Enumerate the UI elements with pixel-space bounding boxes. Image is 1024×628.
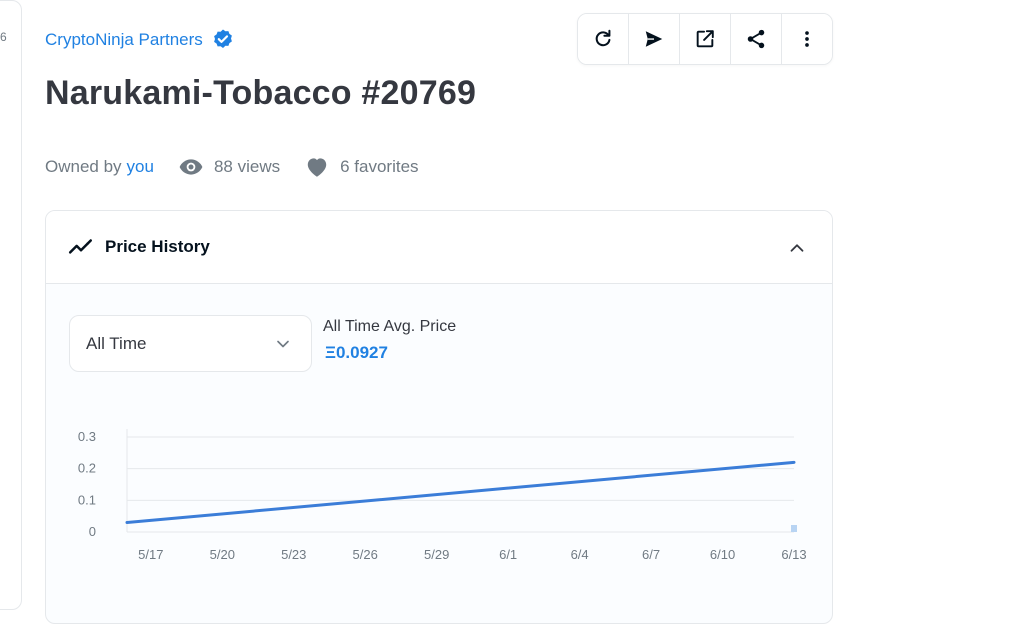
share-icon [747, 29, 765, 49]
y-tick-label: 0.3 [78, 429, 96, 444]
views-count: 88 views [178, 154, 280, 180]
x-tick-label: 5/23 [281, 547, 306, 562]
verified-badge-icon [211, 28, 235, 52]
favorites-count[interactable]: 6 favorites [304, 154, 419, 180]
x-tick-label: 6/10 [710, 547, 735, 562]
open-external-button[interactable] [680, 14, 731, 64]
x-tick-label: 6/4 [571, 547, 589, 562]
x-tick-label: 5/17 [138, 547, 163, 562]
item-toolbar [577, 13, 833, 65]
x-tick-label: 5/20 [210, 547, 235, 562]
item-meta-row: Owned by you 88 views 6 favorites [45, 154, 419, 180]
side-card-text: 6 [0, 30, 7, 44]
y-tick-label: 0 [89, 524, 96, 539]
external-link-icon [696, 30, 714, 48]
views-text: 88 views [213, 157, 281, 176]
price-history-chart: 0 0.1 0.2 0.3 5/17 5/20 5/23 5/26 5/29 6/1 6/4 6/7 6… [78, 429, 807, 562]
heart-icon [307, 158, 327, 177]
collection-link[interactable]: CryptoNinja Partners [45, 30, 203, 50]
data-point-marker [791, 525, 797, 532]
price-history-panel: Price History All Time All Time Avg. Pri… [45, 210, 833, 624]
x-tick-label: 6/1 [499, 547, 517, 562]
x-tick-label: 6/13 [781, 547, 806, 562]
refresh-icon [595, 29, 611, 47]
y-tick-label: 0.2 [78, 461, 96, 476]
share-button[interactable] [731, 14, 782, 64]
x-tick-label: 5/29 [424, 547, 449, 562]
eye-icon [179, 159, 203, 175]
more-vertical-icon [805, 31, 809, 47]
x-tick-label: 6/7 [642, 547, 660, 562]
more-options-button[interactable] [782, 14, 832, 64]
refresh-button[interactable] [578, 14, 629, 64]
price-series-line [125, 460, 796, 524]
item-title: Narukami-Tobacco #20769 [45, 74, 477, 112]
x-tick-label: 5/26 [353, 547, 378, 562]
transfer-button[interactable] [629, 14, 680, 64]
side-card-edge [0, 0, 22, 610]
y-tick-label: 0.1 [78, 492, 96, 507]
favorites-text: 6 favorites [340, 157, 419, 176]
owner-link[interactable]: you [127, 157, 154, 177]
collection-row: CryptoNinja Partners [45, 28, 235, 52]
send-icon [645, 31, 663, 47]
owned-by-label: Owned by [45, 157, 122, 176]
